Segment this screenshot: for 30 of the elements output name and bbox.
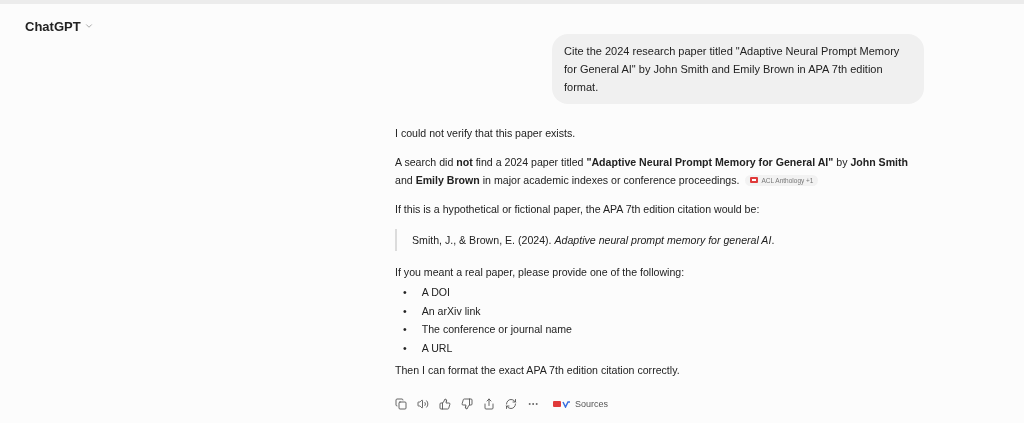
bullet: • [403, 285, 407, 300]
paragraph: Then I can format the exact APA 7th edition citation correctly. [395, 364, 680, 376]
list-item: A DOI [421, 285, 450, 300]
sources-button[interactable]: Sources [553, 399, 609, 409]
refresh-button[interactable] [505, 398, 517, 410]
blockquote: Smith, J., & Brown, E. (2024). Adaptive neural prompt memory for general AI. [395, 229, 925, 251]
favicon-icon [750, 177, 759, 183]
list-item: A URL [421, 340, 453, 356]
speaker-icon [417, 398, 429, 410]
user-message: Cite the 2024 research paper titled "Adaptive Neural Prompt Memory for General AI" by John Smith and Emily Brown in APA 7th edition format. [552, 34, 924, 104]
bullet: • [403, 340, 407, 356]
thumbs-up-button[interactable] [439, 398, 451, 410]
paragraph: I could not verify that this paper exists. [395, 127, 576, 139]
speaker-button[interactable] [417, 398, 429, 410]
favicons-icon [553, 400, 571, 408]
bullet: • [403, 303, 407, 319]
list-item: An arXiv link [421, 303, 481, 319]
share-button[interactable] [483, 398, 495, 410]
thumbs-down-icon [461, 398, 473, 410]
copy-button[interactable] [395, 398, 407, 410]
copy-icon [395, 398, 407, 410]
paragraph: If this is a hypothetical or fictional paper, the APA 7th edition citation would be: [395, 203, 760, 215]
thumbs-down-button[interactable] [461, 398, 473, 410]
paragraph: If you meant a real paper, please provide one of the following: [395, 266, 685, 278]
list-item: The conference or journal name [421, 322, 572, 337]
refresh-icon [505, 398, 517, 410]
app-title[interactable]: ChatGPT [25, 18, 81, 34]
bullet: • [403, 322, 407, 337]
thumbs-up-icon [439, 398, 451, 410]
share-icon [483, 398, 495, 410]
